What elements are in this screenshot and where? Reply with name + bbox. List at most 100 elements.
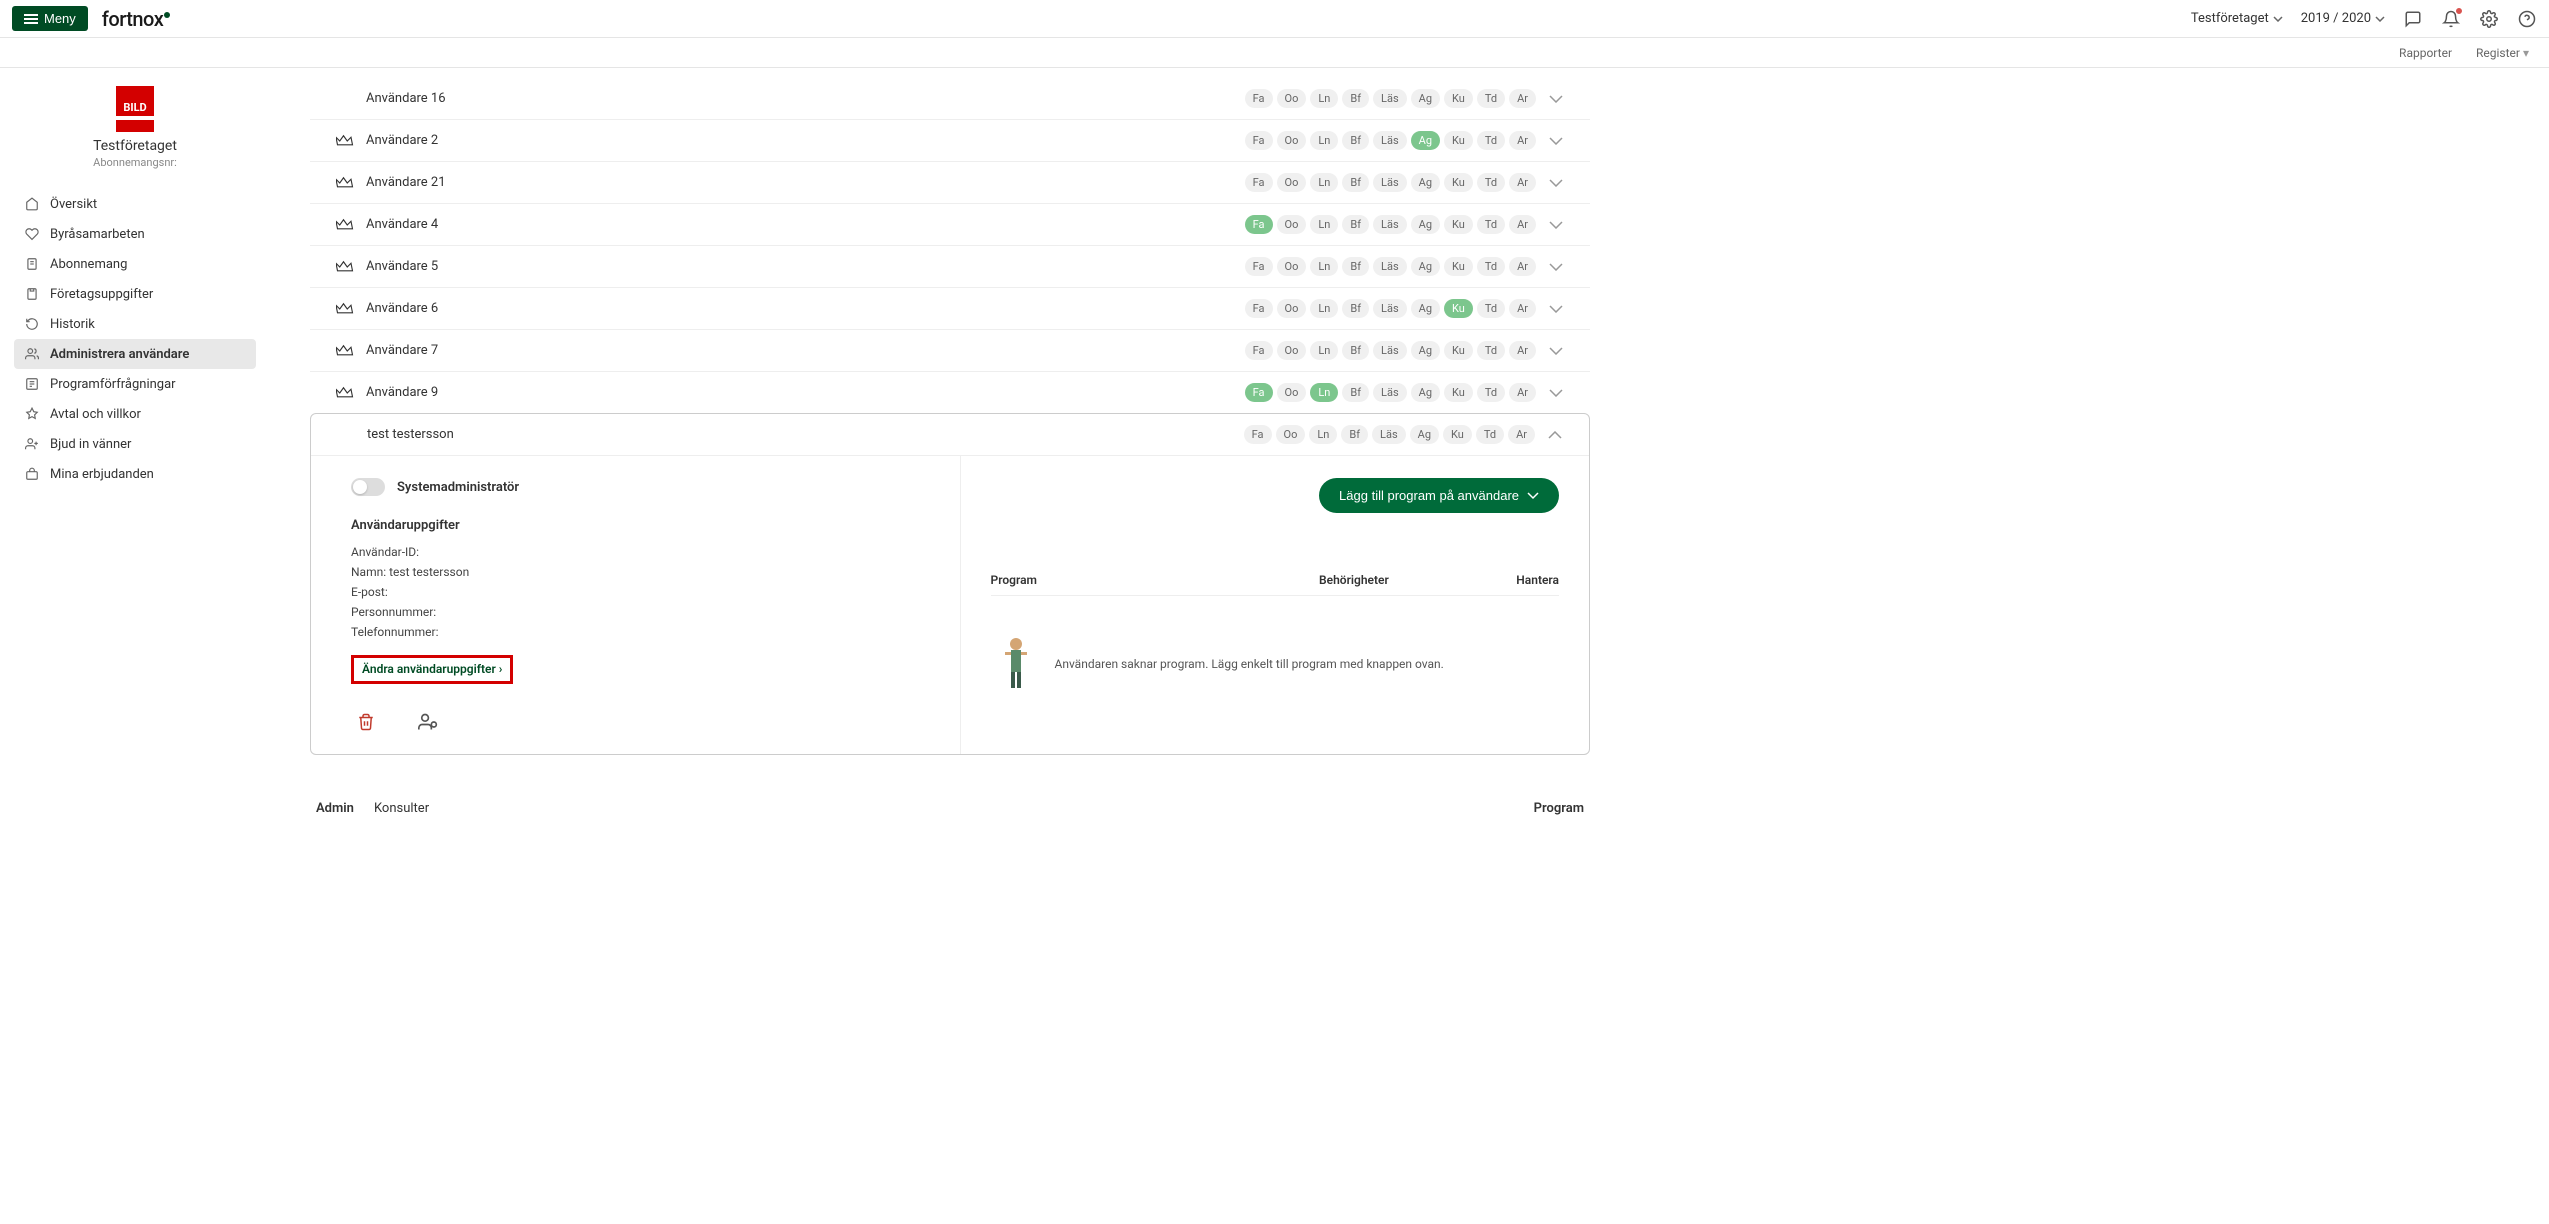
user-row[interactable]: Användare 7FaOoLnBfLäsAgKuTdAr — [310, 329, 1590, 371]
chat-icon[interactable] — [2403, 9, 2423, 29]
pill-ln[interactable]: Ln — [1310, 299, 1338, 318]
pill-läs[interactable]: Läs — [1373, 299, 1407, 318]
add-program-button[interactable]: Lägg till program på användare — [1319, 478, 1559, 513]
user-row[interactable]: Användare 5FaOoLnBfLäsAgKuTdAr — [310, 245, 1590, 287]
pill-td[interactable]: Td — [1477, 299, 1505, 318]
pill-oo[interactable]: Oo — [1277, 383, 1307, 402]
user-row[interactable]: Användare 6FaOoLnBfLäsAgKuTdAr — [310, 287, 1590, 329]
sidebar-item-abonnemang[interactable]: Abonnemang — [14, 249, 256, 279]
pill-fa[interactable]: Fa — [1245, 131, 1273, 150]
pill-ku[interactable]: Ku — [1444, 383, 1473, 402]
pill-ag[interactable]: Ag — [1411, 173, 1440, 192]
pill-bf[interactable]: Bf — [1342, 215, 1369, 234]
pill-ag[interactable]: Ag — [1411, 89, 1440, 108]
pill-läs[interactable]: Läs — [1373, 131, 1407, 150]
sidebar-item-administrera-användare[interactable]: Administrera användare — [14, 339, 256, 369]
expand-button[interactable] — [1536, 137, 1576, 145]
pill-ku[interactable]: Ku — [1444, 341, 1473, 360]
pill-läs[interactable]: Läs — [1373, 89, 1407, 108]
pill-fa[interactable]: Fa — [1245, 257, 1273, 276]
expand-button[interactable] — [1536, 347, 1576, 355]
sysadmin-toggle[interactable] — [351, 478, 385, 496]
pill-bf[interactable]: Bf — [1342, 383, 1369, 402]
pill-td[interactable]: Td — [1477, 341, 1505, 360]
pill-oo[interactable]: Oo — [1277, 257, 1307, 276]
pill-ln[interactable]: Ln — [1309, 425, 1337, 444]
pill-läs[interactable]: Läs — [1373, 215, 1407, 234]
pill-oo[interactable]: Oo — [1276, 425, 1306, 444]
pill-bf[interactable]: Bf — [1341, 425, 1368, 444]
pill-ag[interactable]: Ag — [1411, 341, 1440, 360]
pill-bf[interactable]: Bf — [1342, 299, 1369, 318]
pill-fa[interactable]: Fa — [1245, 341, 1273, 360]
pill-oo[interactable]: Oo — [1277, 131, 1307, 150]
pill-ar[interactable]: Ar — [1509, 257, 1536, 276]
expand-button[interactable] — [1536, 221, 1576, 229]
pill-oo[interactable]: Oo — [1277, 341, 1307, 360]
pill-ln[interactable]: Ln — [1310, 215, 1338, 234]
sidebar-item-programförfrågningar[interactable]: Programförfrågningar — [14, 369, 256, 399]
pill-ln[interactable]: Ln — [1310, 131, 1338, 150]
pill-ar[interactable]: Ar — [1509, 89, 1536, 108]
expand-button[interactable] — [1536, 263, 1576, 271]
company-dropdown[interactable]: Testföretaget — [2191, 11, 2283, 26]
pill-td[interactable]: Td — [1477, 215, 1505, 234]
register-dropdown[interactable]: Register ▾ — [2476, 46, 2529, 60]
pill-td[interactable]: Td — [1477, 89, 1505, 108]
delete-user-button[interactable] — [357, 712, 377, 732]
pill-läs[interactable]: Läs — [1373, 341, 1407, 360]
sidebar-item-mina-erbjudanden[interactable]: Mina erbjudanden — [14, 459, 256, 489]
user-row[interactable]: Användare 9FaOoLnBfLäsAgKuTdAr — [310, 371, 1590, 413]
user-row[interactable]: Användare 2FaOoLnBfLäsAgKuTdAr — [310, 119, 1590, 161]
consultants-tab[interactable]: Konsulter — [374, 801, 429, 816]
user-settings-button[interactable] — [417, 712, 437, 732]
sidebar-item-bjud-in-vänner[interactable]: Bjud in vänner — [14, 429, 256, 459]
expand-button[interactable] — [1536, 305, 1576, 313]
pill-läs[interactable]: Läs — [1373, 173, 1407, 192]
expand-button[interactable] — [1536, 179, 1576, 187]
pill-ku[interactable]: Ku — [1444, 215, 1473, 234]
pill-bf[interactable]: Bf — [1342, 131, 1369, 150]
pill-ag[interactable]: Ag — [1411, 215, 1440, 234]
pill-bf[interactable]: Bf — [1342, 89, 1369, 108]
pill-ag[interactable]: Ag — [1410, 425, 1439, 444]
pill-fa[interactable]: Fa — [1245, 89, 1273, 108]
pill-oo[interactable]: Oo — [1277, 299, 1307, 318]
help-icon[interactable] — [2517, 9, 2537, 29]
pill-bf[interactable]: Bf — [1342, 341, 1369, 360]
pill-ku[interactable]: Ku — [1443, 425, 1472, 444]
pill-fa[interactable]: Fa — [1245, 215, 1273, 234]
pill-td[interactable]: Td — [1477, 383, 1505, 402]
gear-icon[interactable] — [2479, 9, 2499, 29]
pill-läs[interactable]: Läs — [1373, 383, 1407, 402]
pill-ar[interactable]: Ar — [1509, 341, 1536, 360]
reports-link[interactable]: Rapporter — [2399, 46, 2452, 60]
pill-oo[interactable]: Oo — [1277, 173, 1307, 192]
pill-ar[interactable]: Ar — [1509, 173, 1536, 192]
sidebar-item-avtal-och-villkor[interactable]: Avtal och villkor — [14, 399, 256, 429]
pill-ku[interactable]: Ku — [1444, 299, 1473, 318]
pill-ku[interactable]: Ku — [1444, 173, 1473, 192]
pill-ln[interactable]: Ln — [1310, 89, 1338, 108]
sidebar-item-byråsamarbeten[interactable]: Byråsamarbeten — [14, 219, 256, 249]
bell-icon[interactable] — [2441, 9, 2461, 29]
edit-user-link[interactable]: Ändra användaruppgifter › — [362, 662, 502, 676]
pill-ar[interactable]: Ar — [1509, 299, 1536, 318]
menu-button[interactable]: Meny — [12, 6, 88, 31]
expand-button[interactable] — [1536, 95, 1576, 103]
pill-td[interactable]: Td — [1477, 173, 1505, 192]
user-row[interactable]: Användare 16FaOoLnBfLäsAgKuTdAr — [310, 78, 1590, 119]
user-row-expanded-header[interactable]: test testersson FaOoLnBfLäsAgKuTdAr — [311, 414, 1589, 455]
admin-tab[interactable]: Admin — [316, 801, 354, 816]
sidebar-item-historik[interactable]: Historik — [14, 309, 256, 339]
pill-ag[interactable]: Ag — [1411, 383, 1440, 402]
pill-oo[interactable]: Oo — [1277, 89, 1307, 108]
period-dropdown[interactable]: 2019 / 2020 — [2301, 11, 2385, 26]
pill-ku[interactable]: Ku — [1444, 257, 1473, 276]
pill-td[interactable]: Td — [1477, 257, 1505, 276]
pill-oo[interactable]: Oo — [1277, 215, 1307, 234]
collapse-button[interactable] — [1535, 431, 1575, 439]
pill-fa[interactable]: Fa — [1245, 383, 1273, 402]
pill-ar[interactable]: Ar — [1509, 383, 1536, 402]
pill-ar[interactable]: Ar — [1508, 425, 1535, 444]
